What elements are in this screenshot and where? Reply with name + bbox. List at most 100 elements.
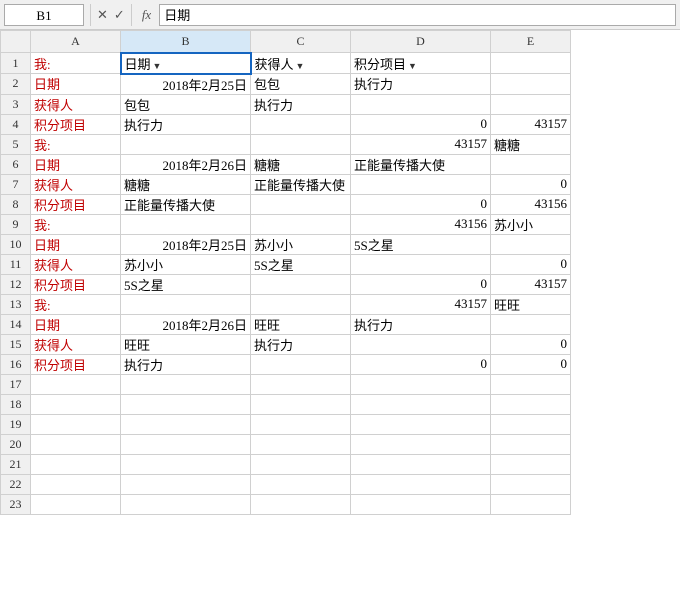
cell-A23[interactable] [31, 494, 121, 514]
cell-D5[interactable]: 43157 [351, 134, 491, 154]
cell-E8[interactable]: 43156 [491, 194, 571, 214]
cell-B13[interactable] [121, 294, 251, 314]
cell-B8[interactable]: 正能量传播大使 [121, 194, 251, 214]
cell-A11[interactable]: 获得人 [31, 254, 121, 274]
cell-B2[interactable]: 2018年2月25日 [121, 74, 251, 95]
cell-E12[interactable]: 43157 [491, 274, 571, 294]
cell-A10[interactable]: 日期 [31, 234, 121, 254]
cell-C16[interactable] [251, 354, 351, 374]
cell-E18[interactable] [491, 394, 571, 414]
row-header-18[interactable]: 18 [1, 394, 31, 414]
row-header-10[interactable]: 10 [1, 234, 31, 254]
cell-D19[interactable] [351, 414, 491, 434]
cell-B23[interactable] [121, 494, 251, 514]
cell-D17[interactable] [351, 374, 491, 394]
cell-C4[interactable] [251, 114, 351, 134]
cell-D13[interactable]: 43157 [351, 294, 491, 314]
cancel-icon[interactable]: ✕ [97, 7, 108, 23]
cell-D2[interactable]: 执行力 [351, 74, 491, 95]
cell-B15[interactable]: 旺旺 [121, 334, 251, 354]
cell-E22[interactable] [491, 474, 571, 494]
cell-D23[interactable] [351, 494, 491, 514]
cell-D20[interactable] [351, 434, 491, 454]
cell-A7[interactable]: 获得人 [31, 174, 121, 194]
confirm-icon[interactable]: ✓ [114, 7, 125, 23]
cell-E9[interactable]: 苏小小 [491, 214, 571, 234]
cell-A17[interactable] [31, 374, 121, 394]
cell-C1[interactable]: 获得人▼ [251, 53, 351, 74]
cell-C5[interactable] [251, 134, 351, 154]
col-header-A[interactable]: A [31, 31, 121, 53]
row-header-2[interactable]: 2 [1, 74, 31, 95]
row-header-9[interactable]: 9 [1, 214, 31, 234]
cell-C8[interactable] [251, 194, 351, 214]
col-header-C[interactable]: C [251, 31, 351, 53]
filter-dropdown-btn[interactable]: ▼ [296, 61, 305, 71]
cell-B14[interactable]: 2018年2月26日 [121, 314, 251, 334]
cell-B3[interactable]: 包包 [121, 94, 251, 114]
cell-A3[interactable]: 获得人 [31, 94, 121, 114]
formula-input[interactable]: 日期 [159, 4, 676, 26]
cell-D9[interactable]: 43156 [351, 214, 491, 234]
cell-A22[interactable] [31, 474, 121, 494]
cell-A4[interactable]: 积分项目 [31, 114, 121, 134]
cell-E6[interactable] [491, 154, 571, 174]
cell-B21[interactable] [121, 454, 251, 474]
cell-E21[interactable] [491, 454, 571, 474]
cell-A2[interactable]: 日期 [31, 74, 121, 95]
cell-E19[interactable] [491, 414, 571, 434]
cell-E1[interactable] [491, 53, 571, 74]
cell-C23[interactable] [251, 494, 351, 514]
row-header-12[interactable]: 12 [1, 274, 31, 294]
cell-C11[interactable]: 5S之星 [251, 254, 351, 274]
cell-E10[interactable] [491, 234, 571, 254]
cell-E13[interactable]: 旺旺 [491, 294, 571, 314]
cell-A13[interactable]: 我: [31, 294, 121, 314]
cell-C6[interactable]: 糖糖 [251, 154, 351, 174]
cell-A19[interactable] [31, 414, 121, 434]
cell-E16[interactable]: 0 [491, 354, 571, 374]
cell-D22[interactable] [351, 474, 491, 494]
cell-B7[interactable]: 糖糖 [121, 174, 251, 194]
cell-D11[interactable] [351, 254, 491, 274]
cell-D21[interactable] [351, 454, 491, 474]
cell-D18[interactable] [351, 394, 491, 414]
cell-E23[interactable] [491, 494, 571, 514]
row-header-5[interactable]: 5 [1, 134, 31, 154]
cell-A9[interactable]: 我: [31, 214, 121, 234]
cell-A21[interactable] [31, 454, 121, 474]
row-header-3[interactable]: 3 [1, 94, 31, 114]
cell-B17[interactable] [121, 374, 251, 394]
row-header-22[interactable]: 22 [1, 474, 31, 494]
cell-A16[interactable]: 积分项目 [31, 354, 121, 374]
row-header-13[interactable]: 13 [1, 294, 31, 314]
cell-D16[interactable]: 0 [351, 354, 491, 374]
cell-A12[interactable]: 积分项目 [31, 274, 121, 294]
row-header-19[interactable]: 19 [1, 414, 31, 434]
cell-D1[interactable]: 积分项目▼ [351, 53, 491, 74]
row-header-23[interactable]: 23 [1, 494, 31, 514]
cell-B18[interactable] [121, 394, 251, 414]
row-header-21[interactable]: 21 [1, 454, 31, 474]
col-header-B[interactable]: B [121, 31, 251, 53]
row-header-7[interactable]: 7 [1, 174, 31, 194]
cell-E5[interactable]: 糖糖 [491, 134, 571, 154]
cell-C14[interactable]: 旺旺 [251, 314, 351, 334]
cell-C13[interactable] [251, 294, 351, 314]
cell-E17[interactable] [491, 374, 571, 394]
cell-B10[interactable]: 2018年2月25日 [121, 234, 251, 254]
cell-A1[interactable]: 我: [31, 53, 121, 74]
row-header-16[interactable]: 16 [1, 354, 31, 374]
cell-C2[interactable]: 包包 [251, 74, 351, 95]
cell-C3[interactable]: 执行力 [251, 94, 351, 114]
cell-C22[interactable] [251, 474, 351, 494]
cell-E4[interactable]: 43157 [491, 114, 571, 134]
cell-B22[interactable] [121, 474, 251, 494]
row-header-17[interactable]: 17 [1, 374, 31, 394]
cell-C20[interactable] [251, 434, 351, 454]
cell-D8[interactable]: 0 [351, 194, 491, 214]
cell-E2[interactable] [491, 74, 571, 95]
filter-dropdown-btn[interactable]: ▼ [153, 61, 162, 71]
col-header-D[interactable]: D [351, 31, 491, 53]
cell-B11[interactable]: 苏小小 [121, 254, 251, 274]
